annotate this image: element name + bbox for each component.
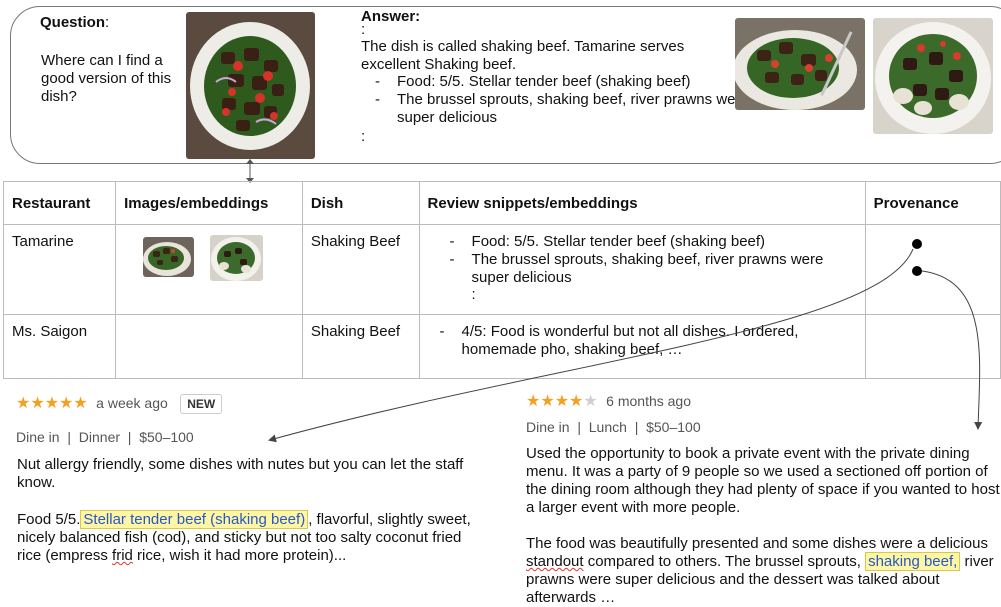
star-rating: ★★★★★ bbox=[16, 395, 88, 412]
review-1-meta: Dine in | Dinner | $50–100 bbox=[16, 429, 194, 445]
highlight: Stellar tender beef (shaking beef) bbox=[80, 510, 309, 529]
provenance-arrow-to-review-2 bbox=[921, 270, 983, 430]
review-2-header: ★★★★★ 6 months ago bbox=[526, 391, 691, 411]
review-time: 6 months ago bbox=[606, 393, 692, 409]
new-badge: NEW bbox=[180, 394, 223, 414]
review-time: a week ago bbox=[96, 395, 168, 411]
review-1-paragraph-1: Nut allergy friendly, some dishes with n… bbox=[17, 456, 464, 491]
provenance-dot-2[interactable] bbox=[912, 266, 922, 276]
review-2-paragraph-2: The food was beautifully presented and s… bbox=[526, 535, 994, 606]
star-rating: ★★★★★ bbox=[526, 393, 598, 410]
review-2-meta: Dine in | Lunch | $50–100 bbox=[526, 419, 701, 435]
highlight: shaking beef, bbox=[865, 552, 961, 571]
provenance-dot-1[interactable] bbox=[912, 239, 922, 249]
review-1-header: ★★★★★ a week ago NEW bbox=[16, 393, 223, 414]
provenance-arrow-to-review-1 bbox=[268, 248, 914, 443]
review-2-paragraph-1: Used the opportunity to book a private e… bbox=[526, 445, 1000, 516]
review-1-paragraph-2: Food 5/5. Stellar tender beef (shaking be… bbox=[17, 510, 471, 564]
